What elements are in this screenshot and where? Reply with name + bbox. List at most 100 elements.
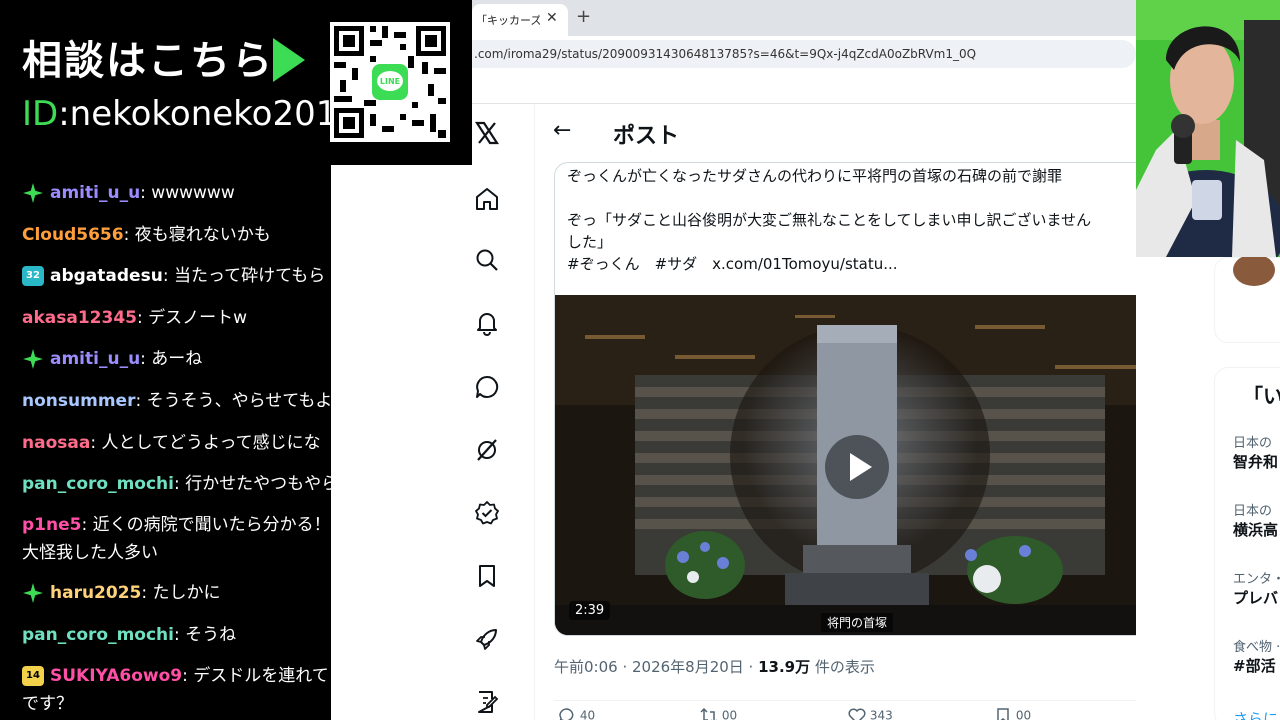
- trend-name: #部活: [1233, 657, 1276, 675]
- view-count: 13.9万: [758, 658, 811, 676]
- who-to-follow-card: [1214, 254, 1280, 343]
- chat-username[interactable]: nonsummer: [22, 391, 135, 411]
- line-qr-code: LINE: [330, 22, 450, 142]
- chat-username[interactable]: p1ne5: [22, 515, 81, 535]
- home-icon[interactable]: [474, 186, 500, 212]
- quote-hashtags[interactable]: #ぞっくん #サダ x.com/01Tomoyu/statu...: [567, 253, 1136, 275]
- chat-message: pan_coro_mochi: 行かせたやつもやら: [22, 470, 331, 498]
- chat-username[interactable]: Cloud5656: [22, 225, 124, 245]
- x-right-column: 「い 日本の智弁和 日本の 横浜高 エンタ・プレバ 食べ物 · #部活 さらに: [1136, 254, 1280, 720]
- play-icon: [850, 453, 872, 481]
- bookmark-icon[interactable]: [474, 563, 500, 589]
- show-more-link[interactable]: さらに: [1233, 708, 1278, 720]
- chat-username[interactable]: SUKIYA6owo9: [50, 666, 182, 686]
- chat-text: : そうね: [173, 625, 237, 645]
- chat-username[interactable]: haru2025: [50, 583, 141, 603]
- trend-category: 食べ物 ·: [1233, 640, 1280, 655]
- sparkle-badge-icon: [23, 349, 43, 369]
- trends-heading: 「い: [1243, 384, 1280, 408]
- bell-icon[interactable]: [474, 310, 500, 336]
- quoted-post[interactable]: ぞっくんが亡くなったサダさんの代わりに平将門の首塚の石碑の前で謝罪 ぞっ「サダこ…: [554, 162, 1136, 636]
- qr-logo-text: LINE: [380, 77, 400, 86]
- rocket-icon[interactable]: [474, 626, 500, 652]
- chat-message: haru2025: たしかに: [22, 579, 221, 607]
- back-arrow-icon[interactable]: ←: [553, 118, 571, 143]
- reply-button[interactable]: 40: [558, 707, 595, 720]
- chat-text: : たしかに: [141, 583, 221, 603]
- like-count: 343: [869, 708, 893, 720]
- grok-icon[interactable]: [474, 437, 500, 463]
- chat-message: pan_coro_mochi: そうね: [22, 621, 236, 649]
- streamer-webcam: [1136, 0, 1280, 257]
- quoted-post-text: ぞっくんが亡くなったサダさんの代わりに平将門の首塚の石碑の前で謝罪 ぞっ「サダこ…: [567, 165, 1136, 275]
- post-meta: 午前0:06 · 2026年8月20日 · 13.9万 件の表示: [554, 656, 875, 677]
- close-icon[interactable]: ✕: [546, 10, 558, 26]
- chat-message: nonsummer: そうそう、やらせてもよ: [22, 387, 331, 415]
- bookmark-button[interactable]: 00: [994, 707, 1031, 720]
- chat-message: p1ne5: 近くの病院で聞いたら分かる！ 大怪我した人多い: [22, 511, 331, 567]
- chat-message: amiti_u_u: あーね: [22, 345, 202, 373]
- x-logo-icon[interactable]: [474, 120, 500, 146]
- chat-icon[interactable]: [474, 374, 500, 400]
- chat-text: : wwwwww: [140, 183, 235, 203]
- chat-username[interactable]: pan_coro_mochi: [22, 625, 174, 645]
- verified-icon[interactable]: [474, 500, 500, 526]
- trends-card: 「い 日本の智弁和 日本の 横浜高 エンタ・プレバ 食べ物 · #部活 さらに: [1214, 367, 1280, 720]
- address-bar: .com/iroma29/status/2090093143064813785?…: [472, 36, 1136, 72]
- chat-username[interactable]: akasa12345: [22, 308, 137, 328]
- chat-username[interactable]: amiti_u_u: [50, 349, 140, 369]
- chat-message: amiti_u_u: wwwwww: [22, 179, 235, 207]
- chat-username[interactable]: naosaa: [22, 433, 90, 453]
- trend-category: エンタ・: [1233, 572, 1280, 587]
- heart-icon: [848, 708, 866, 720]
- trend-name: プレバ: [1233, 589, 1279, 607]
- bookmark-icon: [997, 708, 1009, 720]
- trend-item[interactable]: 食べ物 · #部活: [1233, 636, 1280, 676]
- chat-username[interactable]: pan_coro_mochi: [22, 474, 174, 494]
- chat-text-continued: です？: [22, 694, 73, 714]
- bookmarks-bar: [472, 72, 1136, 104]
- video-player[interactable]: 2:39 将門の首塚: [555, 295, 1136, 635]
- x-sidebar-nav: [472, 104, 502, 720]
- reply-icon: [559, 708, 574, 720]
- consultation-overlay: 相談はこちら ID:nekokoneko2018 LINE: [0, 0, 472, 165]
- play-button[interactable]: [825, 435, 889, 499]
- id-label: ID: [22, 94, 59, 134]
- search-icon[interactable]: [474, 247, 500, 273]
- video-caption: 将門の首塚: [821, 613, 894, 632]
- tab-title: 「キッカーズ2軍: [476, 14, 540, 27]
- browser-tab[interactable]: 「キッカーズ2軍 ✕: [472, 4, 568, 36]
- overlay-title: 相談はこちら: [22, 38, 274, 84]
- overlay-line-id: ID:nekokoneko2018: [22, 94, 359, 134]
- repost-count: 00: [721, 708, 738, 720]
- like-button[interactable]: 343: [848, 707, 893, 720]
- avatar[interactable]: [1233, 254, 1275, 286]
- compose-icon[interactable]: [474, 689, 500, 715]
- trend-name: 智弁和: [1233, 453, 1279, 471]
- trend-item[interactable]: 日本の 横浜高: [1233, 500, 1278, 540]
- trend-category: 日本の: [1233, 436, 1273, 451]
- chat-message: 32 abgatadesu: 当たって砕けてもら: [22, 262, 325, 290]
- repost-button[interactable]: 00: [700, 707, 737, 720]
- chat-text: : 近くの病院で聞いたら分かる！: [81, 515, 331, 535]
- browser-window: 「キッカーズ2軍 ✕ + .com/iroma29/status/2090093…: [472, 0, 1136, 720]
- chat-username[interactable]: amiti_u_u: [50, 183, 140, 203]
- chat-username[interactable]: abgatadesu: [50, 266, 163, 286]
- trend-item[interactable]: エンタ・ プレバ: [1233, 568, 1280, 608]
- chat-text: : あーね: [140, 349, 203, 369]
- stream-screen: 相談はこちら ID:nekokoneko2018 LINE amiti_u_u:…: [0, 0, 1280, 720]
- url-input[interactable]: .com/iroma29/status/2090093143064813785?…: [472, 40, 1136, 68]
- url-text: .com/iroma29/status/2090093143064813785?…: [474, 47, 977, 61]
- quote-line: ぞっ「サダこと山谷俊明が大変ご無礼なことをしてしまい申し訳ございません: [567, 211, 1092, 229]
- video-duration: 2:39: [569, 601, 611, 620]
- post-timestamp[interactable]: 午前0:06 · 2026年8月20日 ·: [554, 658, 758, 676]
- view-suffix: 件の表示: [810, 658, 875, 676]
- trend-item[interactable]: 日本の 智弁和: [1233, 432, 1278, 472]
- id-value: :nekokoneko2018: [58, 94, 359, 134]
- page-title: ポスト: [613, 124, 680, 149]
- sub-badge-icon: 32: [22, 266, 44, 286]
- chat-text: : 夜も寝れないかも: [123, 225, 271, 245]
- new-tab-button[interactable]: +: [576, 6, 591, 27]
- chat-text: : デスドルを連れて: [182, 666, 329, 686]
- post-actions: 40 00 343 00: [554, 700, 1136, 720]
